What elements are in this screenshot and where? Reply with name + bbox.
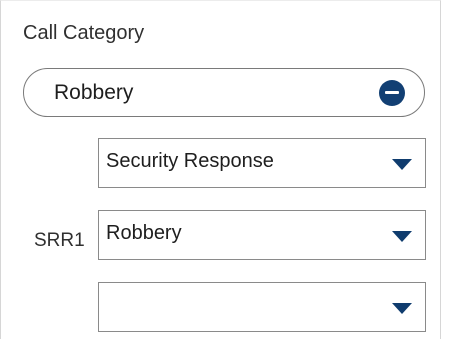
category-level3-dropdown[interactable] [98, 282, 426, 332]
remove-category-icon[interactable] [379, 80, 405, 106]
category-level2-value: Robbery [106, 222, 182, 244]
srr1-label: SRR1 [34, 230, 85, 251]
category-level2-dropdown[interactable]: Robbery [98, 210, 426, 260]
selected-category-label: Robbery [54, 81, 134, 104]
category-level1-value: Security Response [106, 150, 274, 172]
category-level1-dropdown[interactable]: Security Response [98, 138, 426, 188]
chevron-down-icon [392, 159, 412, 170]
selected-category-chip[interactable]: Robbery [23, 68, 425, 117]
call-category-panel: Call Category Robbery Security Response … [0, 0, 441, 339]
section-title: Call Category [23, 22, 145, 44]
chevron-down-icon [392, 231, 412, 242]
chevron-down-icon [392, 303, 412, 314]
